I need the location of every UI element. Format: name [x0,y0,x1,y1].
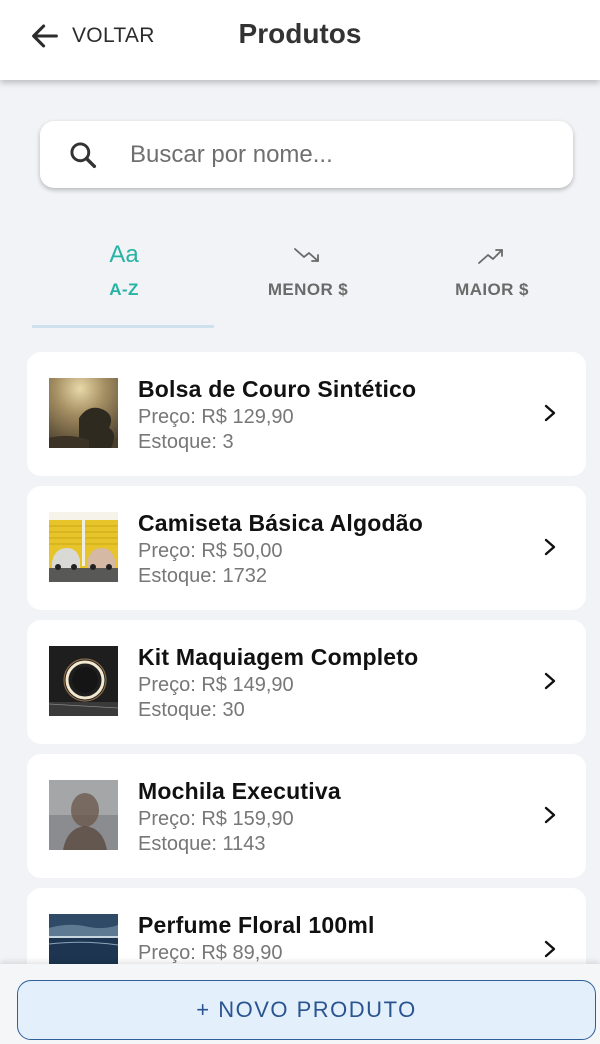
tab-label: A-Z [109,280,139,299]
product-thumbnail [49,646,118,716]
product-thumbnail [49,780,118,850]
product-card[interactable]: Camiseta Básica Algodão Preço: R$ 50,00 … [27,486,586,610]
page-title-text: Produtos [238,18,362,49]
page-title: Produtos [0,18,600,50]
product-name: Camiseta Básica Algodão [138,510,423,536]
tab-icon-wrap [216,240,400,270]
product-price: Preço: R$ 149,90 [138,674,294,696]
product-stock: Estoque: 30 [138,699,245,721]
portrait-image [49,780,118,850]
product-stock: Estoque: 1732 [138,565,267,587]
foggy-tree-image [49,378,118,448]
product-price: Preço: R$ 50,00 [138,540,283,562]
app-header: VOLTAR Produtos [0,0,600,80]
product-stock: Estoque: 1143 [138,833,266,855]
chevron-right-icon [544,538,556,556]
search-icon [70,142,97,169]
light-ring-image [49,646,118,716]
tab-icon-wrap [400,240,584,270]
search-input[interactable] [130,131,550,179]
chevron-right-icon [544,404,556,422]
new-product-button[interactable]: + NOVO PRODUTO [17,980,596,1040]
chevron-right-icon [544,806,556,824]
chevron-right-icon [544,672,556,690]
chevron-right-icon [544,940,556,958]
trending-down-icon [294,248,319,262]
product-stock: Estoque: 3 [138,431,234,453]
product-name: Kit Maquiagem Completo [138,644,419,670]
tab-label: MENOR $ [267,280,349,299]
bottom-bar: + NOVO PRODUTO [0,964,600,1044]
vintage-cars-image [49,512,118,582]
product-thumbnail [49,512,118,582]
product-thumbnail [49,378,118,448]
product-price: Preço: R$ 159,90 [138,808,294,830]
search-box [40,121,573,188]
product-name: Perfume Floral 100ml [138,912,375,938]
product-price: Preço: R$ 129,90 [138,406,294,428]
product-card[interactable]: Bolsa de Couro Sintético Preço: R$ 129,9… [27,352,586,476]
sort-tabs: Aa A-Z MENOR $ MAIOR $ [32,222,584,328]
text-sort-icon-glyph: Aa [109,241,139,268]
tab-label: MAIOR $ [455,280,529,299]
tab-sort-highest-price[interactable]: MAIOR $ [400,222,584,328]
product-name: Mochila Executiva [138,778,341,804]
product-card[interactable]: Kit Maquiagem Completo Preço: R$ 149,90 … [27,620,586,744]
trending-up-icon [478,249,503,264]
text-sort-icon: Aa [32,240,216,270]
product-card[interactable]: Mochila Executiva Preço: R$ 159,90 Estoq… [27,754,586,878]
tab-sort-lowest-price[interactable]: MENOR $ [216,222,400,328]
product-name: Bolsa de Couro Sintético [138,376,417,402]
tab-sort-az[interactable]: Aa A-Z [32,222,216,328]
product-price: Preço: R$ 89,90 [138,942,283,964]
active-tab-indicator [32,325,214,328]
